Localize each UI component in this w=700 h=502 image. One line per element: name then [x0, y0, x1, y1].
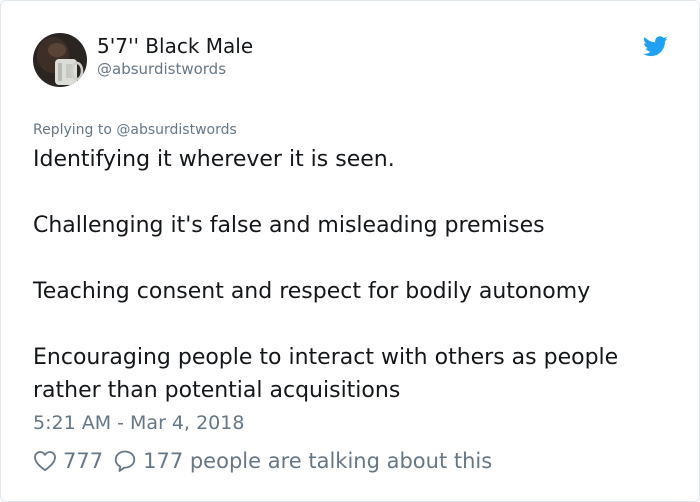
- tweet-timestamp[interactable]: 5:21 AM - Mar 4, 2018: [33, 411, 244, 435]
- talking-about-text: 177 people are talking about this: [143, 449, 493, 473]
- speech-bubble-icon: [113, 449, 137, 473]
- talking-about-link[interactable]: 177 people are talking about this: [113, 449, 492, 473]
- tweet-card: 5'7'' Black Male @absurdistwords Replyin…: [0, 0, 700, 502]
- avatar[interactable]: [33, 33, 87, 87]
- heart-outline-icon: [33, 450, 57, 472]
- engagement-bar: 777 177 people are talking about this: [33, 448, 492, 474]
- avatar-photo: [33, 33, 87, 87]
- tweet-paragraph: Teaching consent and respect for bodily …: [33, 279, 591, 304]
- reply-context-handle[interactable]: @absurdistwords: [116, 122, 236, 138]
- author-display-name[interactable]: 5'7'' Black Male: [97, 34, 253, 58]
- reply-context: Replying to @absurdistwords: [33, 121, 237, 139]
- tweet-paragraph: Identifying it wherever it is seen.: [33, 147, 395, 172]
- twitter-bird-icon[interactable]: [643, 36, 668, 57]
- like-count: 777: [63, 449, 104, 473]
- reply-context-prefix: Replying to: [33, 122, 112, 138]
- tweet-paragraph: Encouraging people to interact with othe…: [33, 345, 619, 403]
- tweet-text: Identifying it wherever it is seen. Chal…: [33, 143, 673, 407]
- like-button[interactable]: 777: [33, 449, 103, 473]
- author-handle[interactable]: @absurdistwords: [97, 59, 226, 79]
- tweet-paragraph: Challenging it's false and misleading pr…: [33, 213, 545, 238]
